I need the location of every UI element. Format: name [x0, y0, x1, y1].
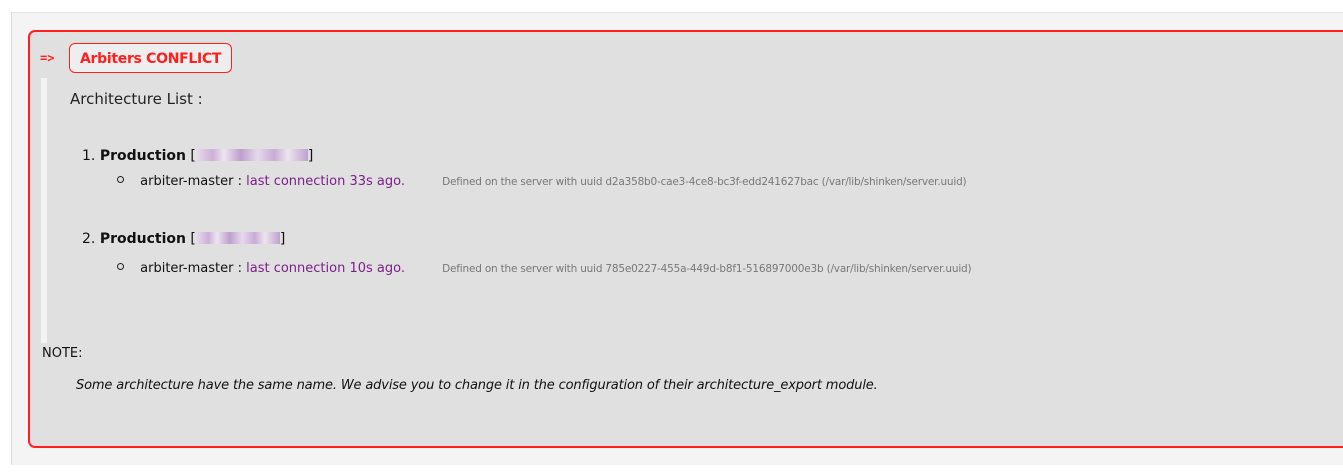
conflict-panel: => Arbiters CONFLICT Architecture List :… — [28, 30, 1343, 448]
ip-close-bracket: ] — [279, 231, 286, 247]
last-connection-link[interactable]: last connection 10s ago. — [246, 261, 405, 276]
list-indent-bar — [41, 78, 47, 343]
architecture-name: Production — [99, 148, 186, 164]
server-uuid-detail: Defined on the server with uuid d2a358b0… — [442, 176, 967, 188]
note-text: Some architecture have the same name. We… — [76, 378, 878, 393]
arbiter-row-1: arbiter-master : last connection 33s ago… — [117, 174, 967, 189]
redacted-ip — [195, 232, 280, 244]
architecture-name: Production — [99, 231, 186, 247]
redacted-ip — [195, 149, 308, 161]
item-number: 1. — [82, 148, 96, 164]
arbiter-name: arbiter-master : — [140, 261, 242, 276]
server-uuid-detail: Defined on the server with uuid 785e0227… — [442, 263, 972, 275]
architecture-item-2: 2. Production [] — [82, 231, 285, 247]
last-connection-link[interactable]: last connection 33s ago. — [246, 174, 405, 189]
item-number: 2. — [82, 231, 96, 247]
arbiter-row-2: arbiter-master : last connection 10s ago… — [117, 261, 972, 276]
architecture-item-1: 1. Production [] — [82, 148, 313, 164]
arbiter-name: arbiter-master : — [140, 174, 242, 189]
ip-close-bracket: ] — [307, 148, 314, 164]
bullet-icon — [117, 263, 124, 270]
architecture-list-title: Architecture List : — [70, 90, 203, 108]
bullet-icon — [117, 176, 124, 183]
note-label: NOTE: — [42, 346, 83, 361]
conflict-badge: Arbiters CONFLICT — [69, 43, 233, 73]
arrow-marker: => — [40, 51, 55, 65]
